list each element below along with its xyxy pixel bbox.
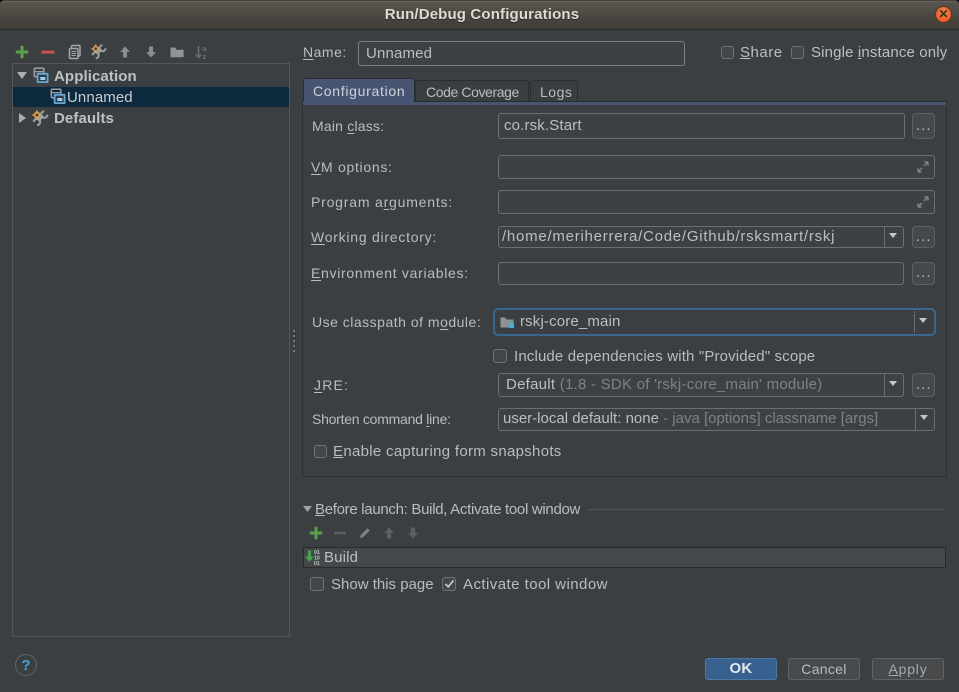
svg-text:01: 01 — [314, 561, 320, 566]
svg-text:z: z — [203, 52, 207, 60]
